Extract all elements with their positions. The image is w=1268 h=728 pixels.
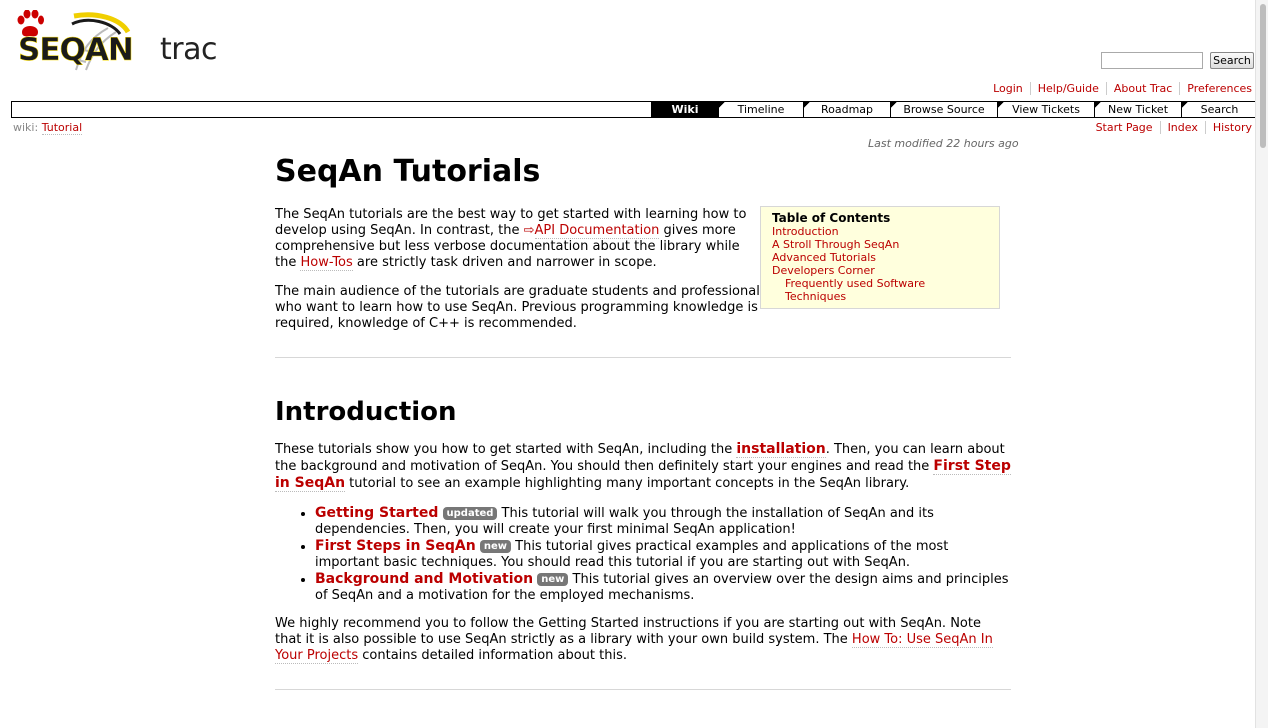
toc-subitem-software-techniques[interactable]: Frequently used Software Techniques xyxy=(785,277,925,303)
list-item: Getting Started updated This tutorial wi… xyxy=(315,505,1011,538)
tutorial-list: Getting Started updated This tutorial wi… xyxy=(275,505,1011,604)
intro-paragraph-1: The SeqAn tutorials are the best way to … xyxy=(275,207,747,271)
external-link-icon: ⇨ xyxy=(523,223,535,238)
tab-wiki[interactable]: Wiki xyxy=(651,102,718,117)
introduction-heading: Introduction xyxy=(275,397,457,427)
tab-new-ticket[interactable]: New Ticket xyxy=(1094,102,1181,117)
page-title: SeqAn Tutorials xyxy=(275,154,541,189)
tab-search[interactable]: Search xyxy=(1181,102,1257,117)
toc-title: Table of Contents xyxy=(772,211,891,225)
list-item: Background and Motivation new This tutor… xyxy=(315,571,1011,604)
paw-icon xyxy=(17,10,44,37)
breadcrumb-prefix: wiki: xyxy=(13,121,39,134)
toc-item-developers[interactable]: Developers Corner xyxy=(772,264,875,277)
intro-paragraph-2: The main audience of the tutorials are g… xyxy=(275,284,767,331)
trac-wordmark: trac xyxy=(160,32,217,67)
tab-browse-source[interactable]: Browse Source xyxy=(890,102,997,117)
last-modified[interactable]: Last modified 22 hours ago xyxy=(868,137,1019,150)
status-badge: updated xyxy=(442,507,498,520)
main-navigation: Wiki Timeline Roadmap Browse Source View… xyxy=(11,101,1258,118)
seqan-trac-logo[interactable]: SEQAN trac xyxy=(16,10,236,71)
background-motivation-link[interactable]: Background and Motivation xyxy=(315,571,533,587)
scrollbar-thumb[interactable] xyxy=(1260,4,1266,148)
breadcrumb-tutorial-link[interactable]: Tutorial xyxy=(41,121,83,135)
list-item: First Steps in SeqAn new This tutorial g… xyxy=(315,538,1011,571)
section-divider xyxy=(275,689,1011,690)
toc-item-stroll[interactable]: A Stroll Through SeqAn xyxy=(772,238,899,251)
first-steps-link[interactable]: First Steps in SeqAn xyxy=(315,538,476,554)
tab-view-tickets[interactable]: View Tickets xyxy=(997,102,1094,117)
api-documentation-link[interactable]: API Documentation xyxy=(534,223,660,239)
preferences-link[interactable]: Preferences xyxy=(1187,82,1252,95)
toc-item-introduction[interactable]: Introduction xyxy=(772,225,839,238)
vertical-scrollbar[interactable] xyxy=(1255,0,1268,728)
table-of-contents: Table of Contents Introduction A Stroll … xyxy=(760,206,1000,309)
about-trac-link[interactable]: About Trac xyxy=(1114,82,1172,95)
search-button[interactable]: Search xyxy=(1210,52,1254,69)
tab-roadmap[interactable]: Roadmap xyxy=(803,102,890,117)
start-page-link[interactable]: Start Page xyxy=(1096,121,1153,134)
help-guide-link[interactable]: Help/Guide xyxy=(1038,82,1099,95)
breadcrumb: wiki: Tutorial xyxy=(13,121,83,135)
tab-timeline[interactable]: Timeline xyxy=(718,102,803,117)
getting-started-link[interactable]: Getting Started xyxy=(315,505,438,521)
index-link[interactable]: Index xyxy=(1168,121,1198,134)
context-navigation: Start Page Index History xyxy=(1089,121,1252,134)
status-badge: new xyxy=(479,540,511,553)
status-badge: new xyxy=(537,573,569,586)
login-link[interactable]: Login xyxy=(993,82,1023,95)
meta-navigation: Login Help/Guide About Trac Preferences xyxy=(986,82,1252,95)
history-link[interactable]: History xyxy=(1213,121,1252,134)
installation-link[interactable]: installation xyxy=(736,441,826,458)
how-tos-link[interactable]: How-Tos xyxy=(300,255,353,271)
recommendation-paragraph: We highly recommend you to follow the Ge… xyxy=(275,616,993,664)
wiki-content: SeqAn Tutorials The SeqAn tutorials are … xyxy=(275,150,1011,690)
search-input[interactable] xyxy=(1101,52,1203,69)
toc-item-advanced[interactable]: Advanced Tutorials xyxy=(772,251,876,264)
introduction-paragraph: These tutorials show you how to get star… xyxy=(275,441,1011,492)
